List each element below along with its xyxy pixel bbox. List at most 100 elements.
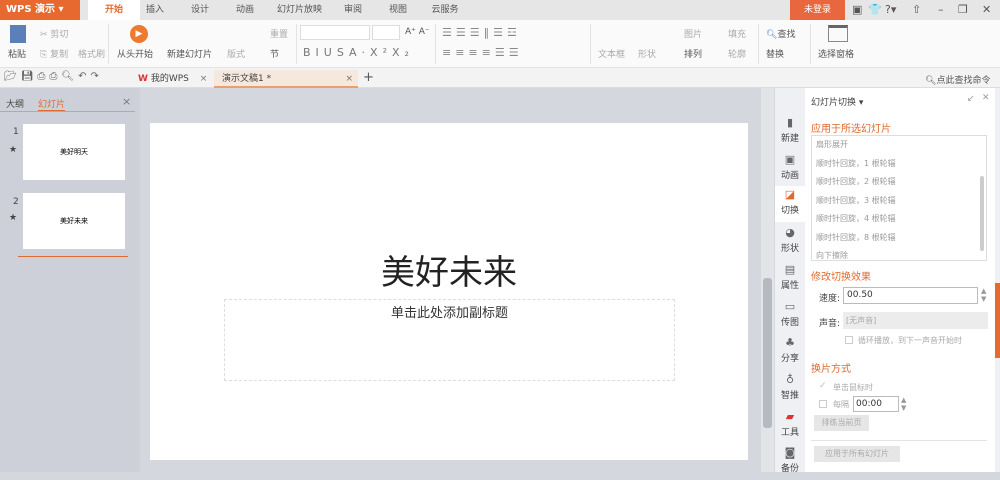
- restore-icon[interactable]: ❐: [958, 0, 968, 20]
- side-transition[interactable]: ◪ 切换: [775, 186, 805, 222]
- tab-insert[interactable]: 插入: [140, 0, 170, 20]
- tab-slideshow[interactable]: 幻灯片放映: [272, 0, 327, 20]
- select-pane-button[interactable]: 选择窗格: [818, 47, 854, 60]
- speed-input[interactable]: 00.50: [843, 287, 978, 304]
- reset-button[interactable]: 重置: [270, 27, 288, 40]
- textbox-button[interactable]: 文本框: [598, 47, 625, 60]
- paste-button[interactable]: 粘贴: [8, 47, 26, 60]
- dock-icon[interactable]: ↙: [967, 94, 975, 104]
- font-style-buttons[interactable]: BIUSA·X²X₂: [303, 46, 414, 59]
- doc-tab-presentation[interactable]: 演示文稿1 * ×: [214, 70, 358, 88]
- section-button[interactable]: 节: [270, 47, 279, 60]
- close-icon[interactable]: ✕: [982, 0, 991, 20]
- font-size-select[interactable]: [372, 25, 400, 40]
- transition-item[interactable]: 顺时针回旋，4 根轮辐: [812, 210, 986, 229]
- pane-title[interactable]: 幻灯片切换 ▾: [811, 95, 863, 108]
- side-properties[interactable]: ▤ 属性: [775, 261, 805, 297]
- pin-icon[interactable]: ⇧: [912, 0, 921, 20]
- speed-stepper[interactable]: ▲ ▼: [981, 287, 986, 303]
- every-input[interactable]: 00:00: [853, 396, 899, 412]
- subtitle-placeholder[interactable]: 单击此处添加副标题: [224, 299, 675, 381]
- app-logo: WPS 演示: [6, 4, 56, 15]
- vertical-scrollbar[interactable]: [761, 88, 774, 472]
- shirt-icon[interactable]: 👕: [868, 0, 882, 20]
- transition-pane: 幻灯片切换 ▾ ↙ ✕ 应用于所选幻灯片 扇形展开 顺时针回旋，1 根轮辐 顺时…: [805, 88, 995, 472]
- tab-cloud[interactable]: 云服务: [425, 0, 465, 20]
- close-pane-icon[interactable]: ✕: [982, 93, 990, 103]
- rehearse-button[interactable]: 排练当前页: [814, 415, 869, 431]
- replace-button[interactable]: 替换: [766, 47, 784, 60]
- slide-title[interactable]: 美好未来: [150, 245, 748, 294]
- picture-button[interactable]: 图片: [684, 27, 702, 40]
- loop-checkbox[interactable]: [845, 336, 853, 344]
- side-label: 动画: [780, 171, 799, 181]
- shape-icon: ◕: [785, 226, 795, 239]
- transition-list[interactable]: 扇形展开 顺时针回旋，1 根轮辐 顺时针回旋，2 根轮辐 顺时针回旋，3 根轮辐…: [811, 135, 987, 261]
- side-tools[interactable]: ▰ 工具: [775, 408, 805, 444]
- play-from-start-button[interactable]: 从头开始: [117, 47, 153, 60]
- side-animation[interactable]: ▣ 动画: [775, 151, 805, 187]
- loop-label: 循环播放，到下一声音开始时: [858, 336, 962, 345]
- command-search[interactable]: 🔍︎点此查找命令: [925, 73, 990, 86]
- transition-item[interactable]: 顺时针回旋，1 根轮辐: [812, 155, 986, 174]
- every-checkbox[interactable]: [819, 400, 827, 408]
- every-stepper[interactable]: ▲ ▼: [901, 396, 906, 412]
- scroll-thumb[interactable]: [763, 278, 772, 428]
- divider: [758, 24, 759, 64]
- side-share[interactable]: ♣ 分享: [775, 334, 805, 370]
- skin-icon[interactable]: ▣: [852, 0, 862, 20]
- on-click-checkbox[interactable]: ✓: [819, 381, 827, 391]
- doc-tab-mywps[interactable]: W 我的WPS ×: [130, 70, 212, 88]
- layout-button[interactable]: 版式: [227, 47, 245, 60]
- transition-item[interactable]: 扇形展开: [812, 136, 986, 155]
- apply-all-button[interactable]: 应用于所有幻灯片: [814, 446, 900, 462]
- close-tab-icon[interactable]: ×: [345, 70, 353, 88]
- tab-design[interactable]: 设计: [185, 0, 215, 20]
- fill-button[interactable]: 填充: [728, 27, 746, 40]
- pane-edge: [995, 88, 1000, 472]
- minimize-icon[interactable]: –: [938, 0, 944, 20]
- format-painter-button[interactable]: 格式刷: [78, 47, 105, 60]
- new-tab-icon[interactable]: +: [363, 70, 374, 85]
- list-scroll-thumb[interactable]: [980, 176, 984, 251]
- side-new[interactable]: ▮ 新建: [775, 114, 805, 150]
- slide-thumbnail[interactable]: 美好未来: [23, 193, 125, 249]
- side-upload-image[interactable]: ▭ 传图: [775, 298, 805, 334]
- font-name-select[interactable]: [300, 25, 370, 40]
- transition-item[interactable]: 向下擦除: [812, 247, 986, 260]
- help-icon[interactable]: ?▾: [885, 0, 896, 20]
- close-panel-icon[interactable]: ×: [122, 95, 131, 108]
- arrange-button[interactable]: 排列: [684, 47, 702, 60]
- animation-icon: ▣: [784, 153, 796, 166]
- tab-animation[interactable]: 动画: [230, 0, 260, 20]
- transition-item[interactable]: 顺时针回旋，3 根轮辐: [812, 192, 986, 211]
- align-buttons[interactable]: ≡≡≡≡☰☰: [442, 46, 523, 59]
- pane-collapse-handle[interactable]: [995, 283, 1000, 358]
- login-button[interactable]: 未登录: [790, 0, 845, 20]
- side-backup[interactable]: ◙ 备份: [775, 444, 805, 480]
- side-recommend[interactable]: ♁ 智推: [775, 371, 805, 407]
- tab-home[interactable]: 开始: [88, 0, 140, 20]
- star-icon: ★: [9, 145, 18, 155]
- find-button[interactable]: 🔍︎查找: [766, 27, 795, 40]
- transition-item[interactable]: 顺时针回旋，8 根轮辐: [812, 229, 986, 248]
- sound-select[interactable]: [无声音]: [843, 312, 988, 329]
- tab-outline[interactable]: 大纲: [6, 97, 24, 110]
- app-menu-button[interactable]: WPS 演示 ▾: [0, 0, 80, 20]
- copy-button[interactable]: ⎘ 复制: [40, 47, 68, 60]
- tab-view[interactable]: 视图: [383, 0, 413, 20]
- quick-access-icons[interactable]: 📂︎💾︎⎙⎙🔍︎↶↷: [4, 71, 103, 82]
- tab-review[interactable]: 审阅: [338, 0, 368, 20]
- list-buttons[interactable]: ☰☰☰‖☰☲: [442, 26, 521, 39]
- side-label: 智推: [780, 391, 799, 401]
- close-tab-icon[interactable]: ×: [200, 74, 208, 84]
- transition-item[interactable]: 顺时针回旋，2 根轮辐: [812, 173, 986, 192]
- new-slide-button[interactable]: 新建幻灯片: [167, 47, 212, 60]
- slide-thumbnail[interactable]: 美好明天: [23, 124, 125, 180]
- shape-button[interactable]: 形状: [638, 47, 656, 60]
- side-shape[interactable]: ◕ 形状: [775, 224, 805, 260]
- outline-button[interactable]: 轮廓: [728, 47, 746, 60]
- cut-button[interactable]: ✂ 剪切: [40, 27, 68, 40]
- tab-slides[interactable]: 幻灯片: [38, 97, 66, 111]
- font-size-buttons[interactable]: A⁺ A⁻: [405, 27, 430, 37]
